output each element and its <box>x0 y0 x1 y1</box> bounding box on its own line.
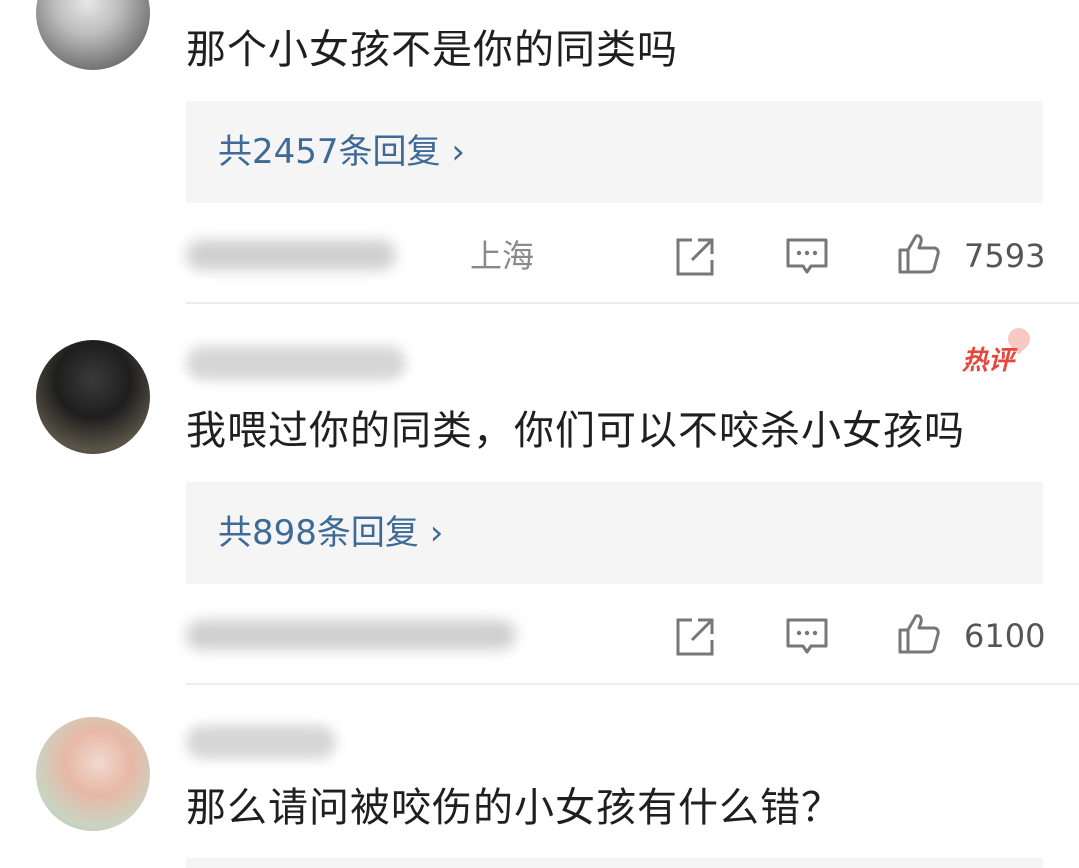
divider <box>186 302 1079 304</box>
share-icon[interactable] <box>672 234 718 280</box>
avatar[interactable] <box>36 0 150 70</box>
avatar[interactable] <box>36 340 150 454</box>
view-replies-link[interactable]: 共898条回复 › <box>218 510 443 556</box>
share-icon[interactable] <box>672 614 718 660</box>
comment-icon[interactable] <box>784 614 830 660</box>
timestamp-blurred <box>186 620 516 650</box>
view-replies-link[interactable]: 共2457条回复 › <box>218 129 465 175</box>
timestamp-blurred <box>186 240 396 270</box>
comment-location: 上海 <box>470 237 535 275</box>
avatar[interactable] <box>36 717 150 831</box>
comment-text: 那么请问被咬伤的小女孩有什么错？ <box>186 785 842 831</box>
username-blurred[interactable] <box>186 725 336 759</box>
comment-icon[interactable] <box>784 234 830 280</box>
comment-text: 我喂过你的同类，你们可以不咬杀小女孩吗 <box>186 408 965 454</box>
like-count: 7593 <box>964 237 1046 275</box>
thumbs-up-icon[interactable] <box>896 610 942 656</box>
comment-text: 那个小女孩不是你的同类吗 <box>186 27 678 73</box>
reply-summary[interactable] <box>186 858 1043 868</box>
thumbs-up-icon[interactable] <box>896 230 942 276</box>
reply-summary[interactable]: 共2457条回复 › <box>186 101 1043 203</box>
like-count: 6100 <box>964 617 1046 655</box>
hot-comment-badge: 热评 <box>962 346 1015 376</box>
divider <box>186 683 1079 685</box>
username-blurred[interactable] <box>186 346 406 380</box>
reply-summary[interactable]: 共898条回复 › <box>186 482 1043 584</box>
